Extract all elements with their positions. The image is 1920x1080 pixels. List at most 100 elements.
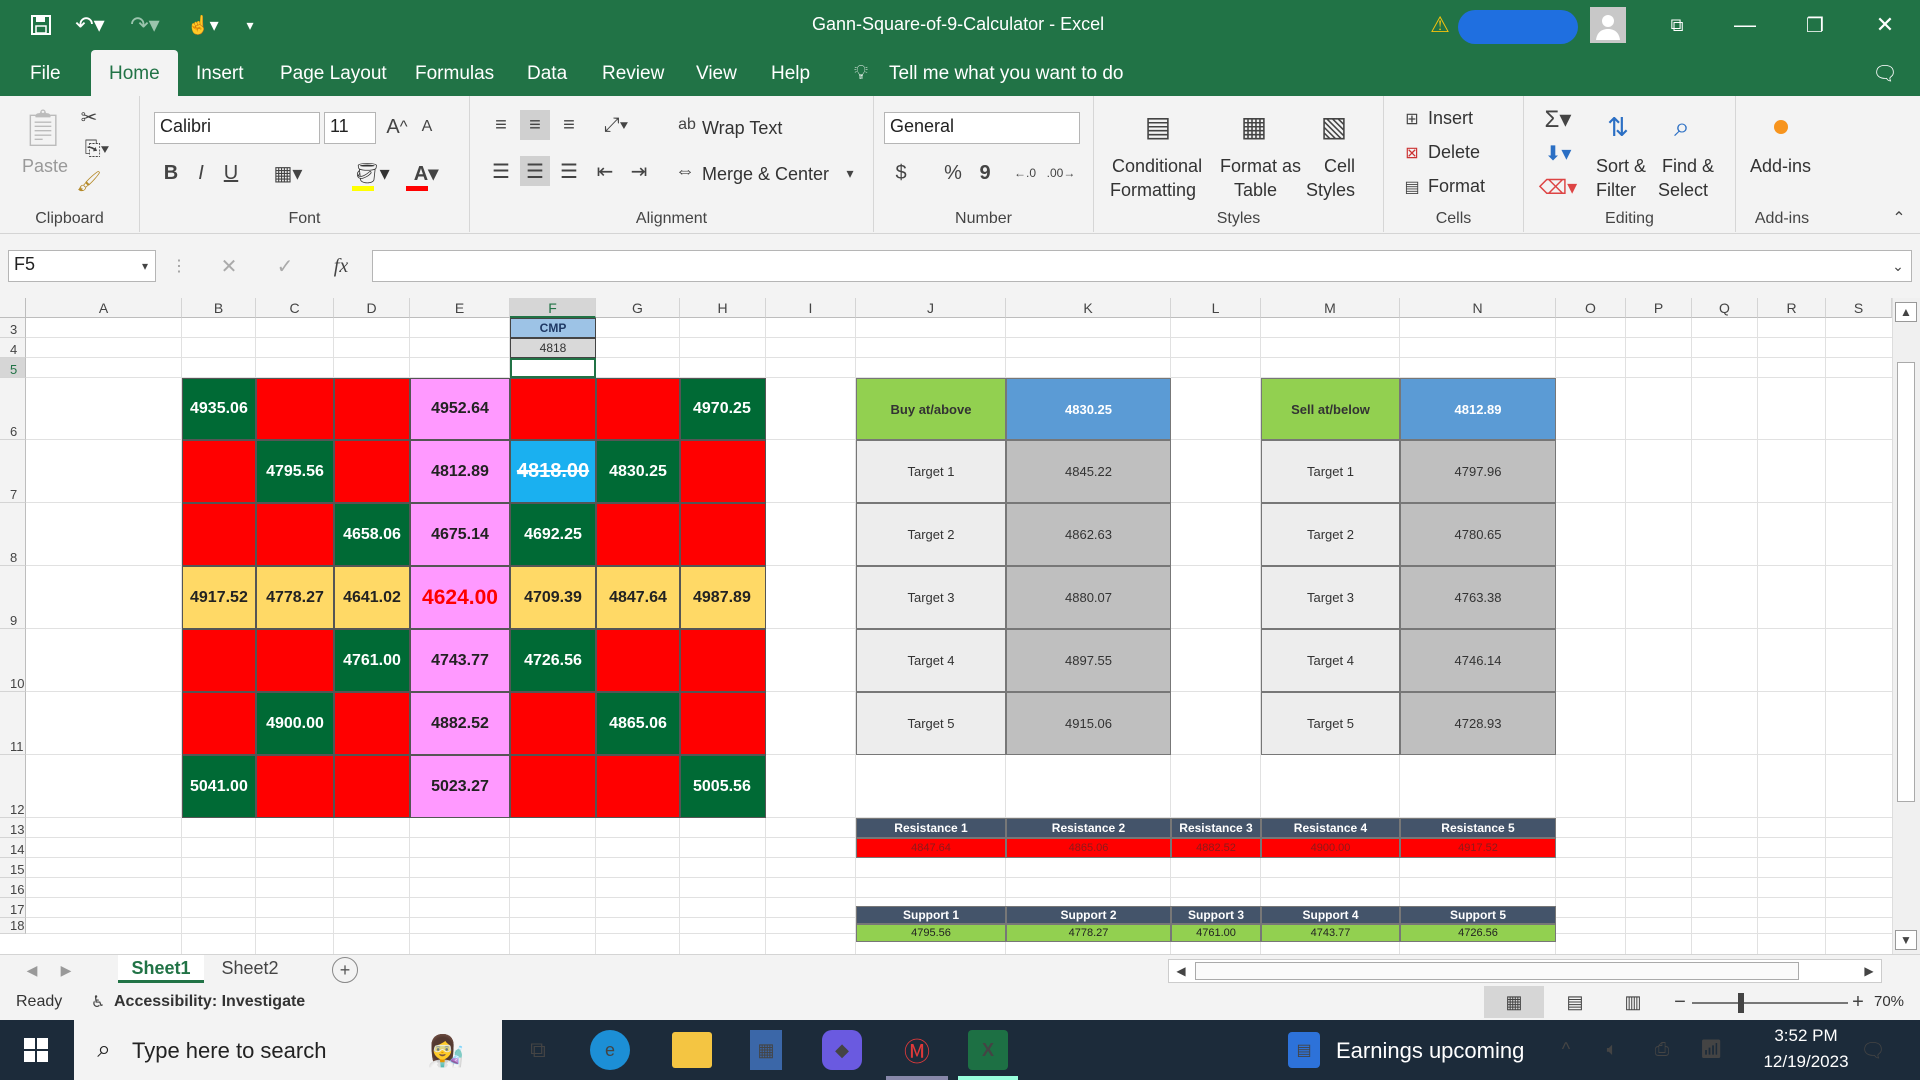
conditional-formatting-icon[interactable]: ▤ bbox=[1138, 104, 1178, 148]
increase-font-icon[interactable]: A ^ bbox=[384, 112, 410, 142]
tab-formulas[interactable]: Formulas bbox=[415, 63, 494, 85]
sell-target-value[interactable]: 4746.14 bbox=[1400, 629, 1556, 692]
support-label[interactable]: Support 5 bbox=[1400, 906, 1556, 924]
gann-cell[interactable] bbox=[334, 378, 410, 440]
vertical-scrollbar[interactable]: ▲ ▼ bbox=[1892, 298, 1920, 954]
support-value[interactable]: 4795.56 bbox=[856, 924, 1006, 942]
resistance-label[interactable]: Resistance 2 bbox=[1006, 818, 1171, 838]
support-value[interactable]: 4761.00 bbox=[1171, 924, 1261, 942]
resistance-value[interactable]: 4882.52 bbox=[1171, 838, 1261, 858]
cmp-label[interactable]: CMP bbox=[510, 318, 596, 338]
horizontal-scroll-thumb[interactable] bbox=[1195, 962, 1799, 980]
gann-cell[interactable]: 4952.64 bbox=[410, 378, 510, 440]
wrap-text-button[interactable]: Wrap Text bbox=[702, 118, 782, 139]
sell-target-value[interactable]: 4797.96 bbox=[1400, 440, 1556, 503]
insert-cells-button[interactable]: Insert bbox=[1428, 108, 1473, 129]
gann-cell[interactable]: 4778.27 bbox=[256, 566, 334, 629]
paste-icon[interactable]: 📋︎ bbox=[20, 104, 66, 152]
tab-review[interactable]: Review bbox=[602, 63, 664, 85]
support-label[interactable]: Support 1 bbox=[856, 906, 1006, 924]
conditional-formatting-label1[interactable]: Conditional bbox=[1112, 156, 1202, 177]
format-painter-icon[interactable]: 🖌︎ bbox=[76, 168, 102, 194]
comma-button[interactable]: 9 bbox=[972, 158, 998, 188]
gann-cell[interactable]: 4795.56 bbox=[256, 440, 334, 503]
gann-cell[interactable]: 5005.56 bbox=[680, 755, 766, 818]
tab-page-layout[interactable]: Page Layout bbox=[280, 63, 387, 85]
sort-filter-icon[interactable]: ⇅ bbox=[1596, 104, 1640, 150]
column-header-d[interactable]: D bbox=[334, 298, 410, 318]
page-break-view-icon[interactable]: ▥ bbox=[1618, 986, 1648, 1018]
row-header-18[interactable]: 18 bbox=[0, 918, 26, 934]
column-header-q[interactable]: Q bbox=[1692, 298, 1758, 318]
insert-function-button[interactable]: fx bbox=[326, 252, 356, 280]
gann-cell[interactable]: 4882.52 bbox=[410, 692, 510, 755]
scroll-up-icon[interactable]: ▲ bbox=[1895, 302, 1917, 322]
gann-cell[interactable]: 4641.02 bbox=[334, 566, 410, 629]
buy-target-label[interactable]: Target 4 bbox=[856, 629, 1006, 692]
percent-button[interactable]: % bbox=[940, 158, 966, 188]
sheet-tab-sheet2[interactable]: Sheet2 bbox=[210, 955, 290, 983]
autosum-icon[interactable]: Σ▾ bbox=[1538, 104, 1578, 134]
gann-cell[interactable] bbox=[680, 440, 766, 503]
buy-target-value[interactable]: 4915.06 bbox=[1006, 692, 1171, 755]
select-all-corner[interactable] bbox=[0, 298, 26, 318]
gann-cell[interactable] bbox=[680, 629, 766, 692]
copilot-icon[interactable]: ◆ bbox=[822, 1030, 862, 1070]
borders-icon[interactable]: ▦▾ bbox=[266, 158, 310, 188]
increase-decimal-icon[interactable]: ←.0 bbox=[1010, 158, 1040, 188]
row-header-13[interactable]: 13 bbox=[0, 818, 26, 838]
confirm-entry-icon[interactable]: ✓ bbox=[272, 252, 298, 280]
scroll-down-icon[interactable]: ▼ bbox=[1895, 930, 1917, 950]
prev-sheet-icon[interactable]: ◀ bbox=[22, 959, 42, 981]
column-header-b[interactable]: B bbox=[182, 298, 256, 318]
name-box[interactable]: F5 bbox=[8, 250, 156, 282]
row-header-11[interactable]: 11 bbox=[0, 692, 26, 755]
buy-value[interactable]: 4830.25 bbox=[1006, 378, 1171, 440]
gann-cell[interactable] bbox=[334, 692, 410, 755]
tab-home[interactable]: Home bbox=[91, 50, 178, 96]
column-header-h[interactable]: H bbox=[680, 298, 766, 318]
sort-filter-label2[interactable]: Filter bbox=[1596, 180, 1636, 201]
sell-target-value[interactable]: 4763.38 bbox=[1400, 566, 1556, 629]
formula-input[interactable] bbox=[372, 250, 1912, 282]
resistance-value[interactable]: 4847.64 bbox=[856, 838, 1006, 858]
buy-target-label[interactable]: Target 1 bbox=[856, 440, 1006, 503]
resistance-label[interactable]: Resistance 1 bbox=[856, 818, 1006, 838]
decrease-decimal-icon[interactable]: .00→ bbox=[1046, 158, 1076, 188]
format-table-icon[interactable]: ▦ bbox=[1234, 104, 1274, 148]
increase-indent-icon[interactable]: ⇥ bbox=[624, 156, 654, 186]
resistance-label[interactable]: Resistance 5 bbox=[1400, 818, 1556, 838]
row-header-17[interactable]: 17 bbox=[0, 898, 26, 918]
worksheet[interactable]: ABCDEFGHIJKLMNOPQRS 3 4 5 6 7 8 9 10 11 12 13 14 15 1… bbox=[0, 298, 1920, 954]
column-header-m[interactable]: M bbox=[1261, 298, 1400, 318]
buy-target-label[interactable]: Target 2 bbox=[856, 503, 1006, 566]
orientation-icon[interactable]: ⤢▾ bbox=[594, 110, 638, 140]
clock-date[interactable]: 12/19/2023 bbox=[1744, 1052, 1868, 1072]
delete-cells-button[interactable]: Delete bbox=[1428, 142, 1480, 163]
row-header-9[interactable]: 9 bbox=[0, 566, 26, 629]
tray-overflow-icon[interactable]: ^ bbox=[1554, 1034, 1578, 1064]
font-name-select[interactable]: Calibri bbox=[154, 112, 320, 144]
fill-color-icon[interactable]: 🪣︎▾ bbox=[350, 158, 394, 188]
gann-cell[interactable] bbox=[256, 629, 334, 692]
gann-cell[interactable]: 4761.00 bbox=[334, 629, 410, 692]
sort-filter-label1[interactable]: Sort & bbox=[1596, 156, 1646, 177]
column-header-l[interactable]: L bbox=[1171, 298, 1261, 318]
column-header-s[interactable]: S bbox=[1826, 298, 1892, 318]
scroll-left-icon[interactable]: ◀ bbox=[1171, 961, 1191, 981]
find-select-label2[interactable]: Select bbox=[1658, 180, 1708, 201]
gann-cell[interactable]: 4865.06 bbox=[596, 692, 680, 755]
find-select-icon[interactable]: ⌕ bbox=[1660, 104, 1704, 150]
column-header-f[interactable]: F bbox=[510, 298, 596, 318]
next-sheet-icon[interactable]: ▶ bbox=[56, 959, 76, 981]
avatar[interactable] bbox=[1590, 7, 1626, 43]
column-header-n[interactable]: N bbox=[1400, 298, 1556, 318]
column-header-a[interactable]: A bbox=[26, 298, 182, 318]
gann-cell[interactable] bbox=[596, 629, 680, 692]
news-widget-icon[interactable]: ▤ bbox=[1288, 1032, 1320, 1068]
notifications-icon[interactable]: 🗨︎ bbox=[1856, 1034, 1890, 1066]
column-header-o[interactable]: O bbox=[1556, 298, 1626, 318]
row-header-7[interactable]: 7 bbox=[0, 440, 26, 503]
column-header-j[interactable]: J bbox=[856, 298, 1006, 318]
gann-cell[interactable]: 4847.64 bbox=[596, 566, 680, 629]
